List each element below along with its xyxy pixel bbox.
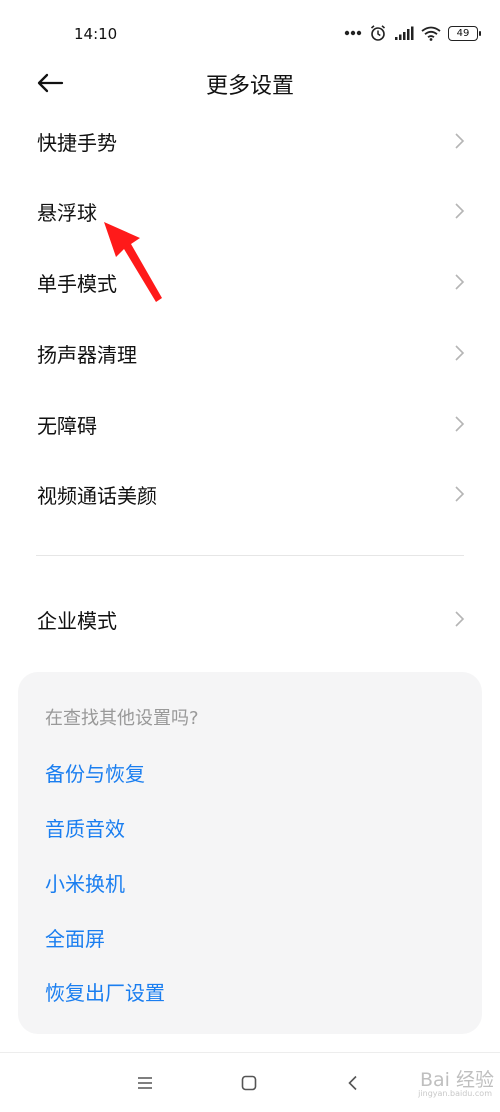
suggestions-heading: 在查找其他设置吗? <box>45 708 199 729</box>
menu-item-floating-ball[interactable]: 悬浮球 <box>0 181 500 241</box>
suggestions-card: 在查找其他设置吗? 备份与恢复 音质音效 小米换机 全面屏 恢复出厂设置 <box>18 672 482 1034</box>
menu-item-label: 企业模式 <box>37 609 117 633</box>
menu-item-label: 无障碍 <box>37 414 97 438</box>
menu-lines-icon <box>138 1077 152 1089</box>
menu-item-quick-gestures[interactable]: 快捷手势 <box>0 111 500 171</box>
status-icons: 49 <box>344 24 481 42</box>
chevron-right-icon <box>455 274 465 290</box>
menu-item-speaker-cleaning[interactable]: 扬声器清理 <box>0 323 500 383</box>
chevron-right-icon <box>455 203 465 219</box>
page-title: 更多设置 <box>205 74 294 99</box>
header: 更多设置 <box>0 58 500 108</box>
suggestion-link-factory-reset[interactable]: 恢复出厂设置 <box>45 977 165 1006</box>
menu-item-accessibility[interactable]: 无障碍 <box>0 394 500 454</box>
section-divider <box>36 555 464 556</box>
chevron-right-icon <box>455 416 465 432</box>
menu-item-enterprise-mode[interactable]: 企业模式 <box>0 589 500 649</box>
suggestion-link-mi-mover[interactable]: 小米换机 <box>45 868 125 897</box>
home-button[interactable] <box>234 1071 264 1095</box>
battery-level: 49 <box>456 27 470 39</box>
battery-indicator: 49 <box>448 25 481 41</box>
chevron-right-icon <box>455 486 465 502</box>
suggestion-link-full-screen[interactable]: 全面屏 <box>45 923 105 952</box>
nav-back-button[interactable] <box>338 1071 368 1095</box>
watermark-url: jingyan.baidu.com <box>418 1089 492 1098</box>
home-square-icon <box>241 1075 257 1091</box>
annotation-arrow-icon <box>104 222 162 302</box>
wifi-icon <box>421 26 441 41</box>
more-dots-icon <box>344 30 362 36</box>
alarm-clock-icon <box>370 25 386 41</box>
menu-item-label: 悬浮球 <box>37 201 97 225</box>
menu-item-label: 快捷手势 <box>37 131 117 155</box>
menu-item-label: 扬声器清理 <box>37 343 137 367</box>
chevron-right-icon <box>455 345 465 361</box>
menu-item-label: 视频通话美颜 <box>37 484 157 508</box>
recent-apps-button[interactable] <box>130 1071 160 1095</box>
system-nav-bar: Bai 经验 jingyan.baidu.com <box>0 1052 500 1112</box>
chevron-right-icon <box>455 133 465 149</box>
cellular-signal-icon <box>395 26 414 40</box>
chevron-right-icon <box>455 611 465 627</box>
chevron-left-icon <box>348 1075 357 1091</box>
status-time: 14:10 <box>74 25 118 43</box>
suggestion-link-backup-restore[interactable]: 备份与恢复 <box>45 758 145 787</box>
menu-item-one-handed-mode[interactable]: 单手模式 <box>0 252 500 312</box>
suggestion-link-sound-effects[interactable]: 音质音效 <box>45 813 125 842</box>
watermark: Bai 经验 <box>420 1069 494 1091</box>
menu-item-video-call-beauty[interactable]: 视频通话美颜 <box>0 464 500 524</box>
